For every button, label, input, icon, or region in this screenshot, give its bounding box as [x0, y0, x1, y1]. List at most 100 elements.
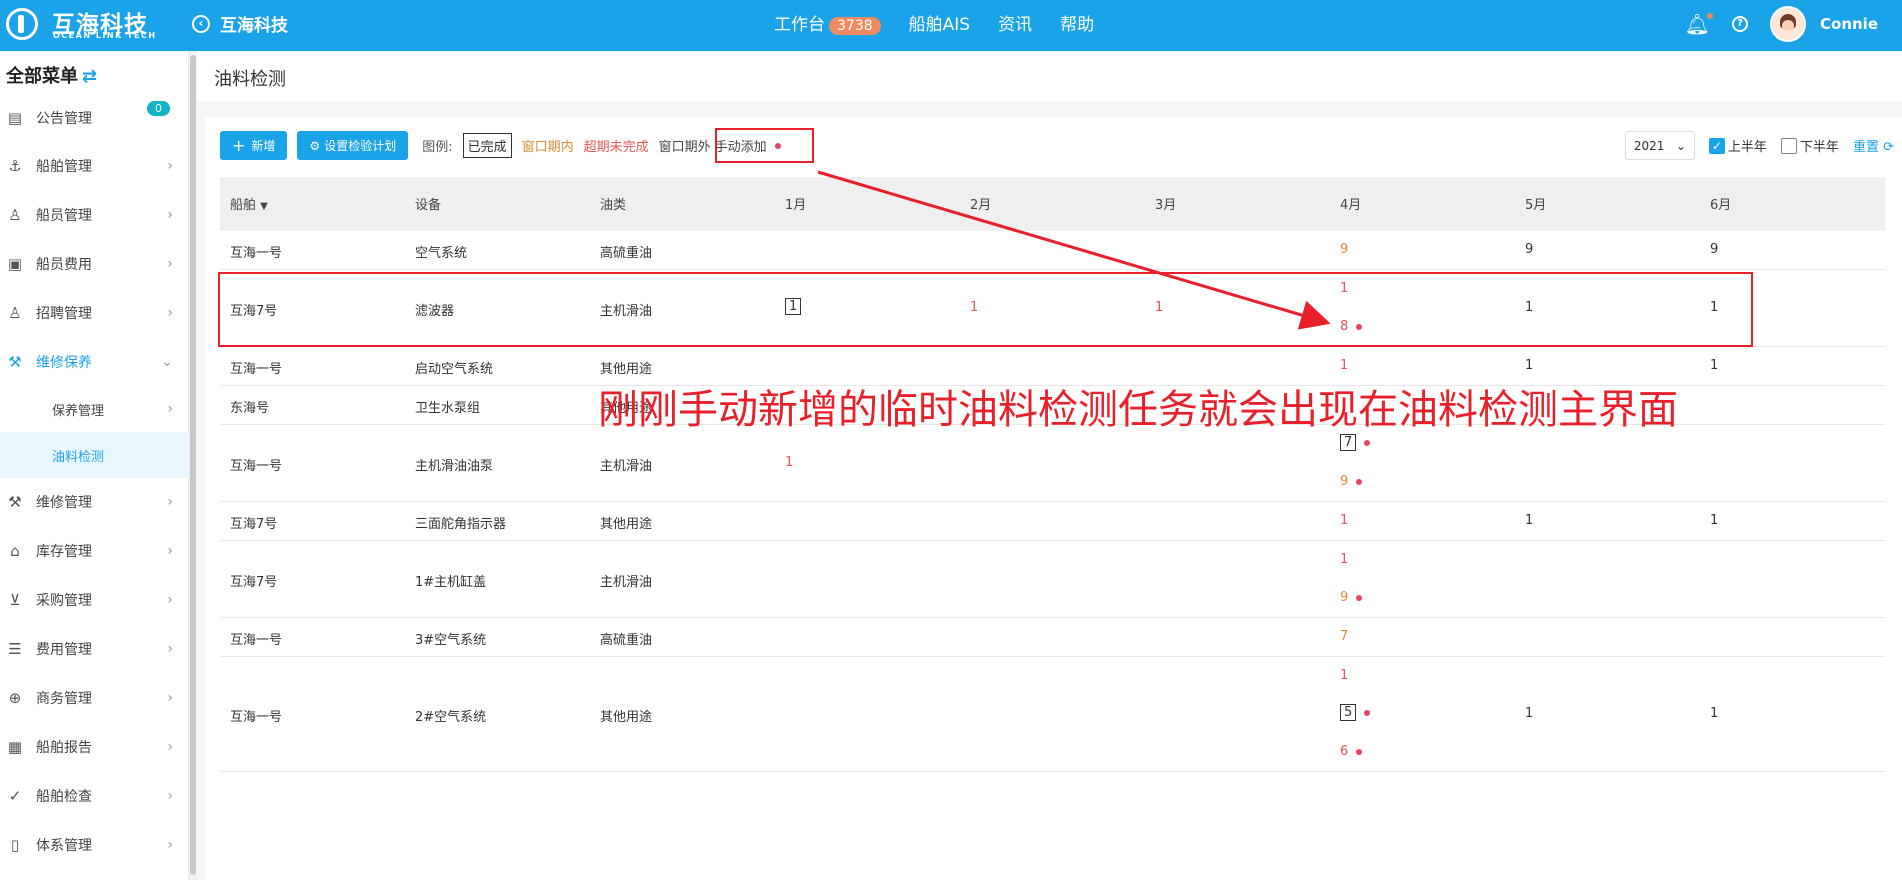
sidebar-item-repair[interactable]: ⚒︎ 维修管理 ›: [0, 479, 189, 525]
chevron-down-icon: ⌄: [161, 354, 173, 370]
table-row[interactable]: 互海7号 1#主机缸盖 主机滑油 1 9: [220, 541, 1885, 618]
sidebar-scrollbar[interactable]: [189, 51, 197, 880]
sidebar-item-maintenance[interactable]: ⚒︎ 维修保养 ⌄: [0, 339, 189, 385]
nav-workbench[interactable]: 工作台 3738: [774, 10, 881, 35]
table-row[interactable]: 互海7号 三面舵角指示器 其他用途 1 1 1: [220, 502, 1885, 541]
sidebar-item-inventory[interactable]: ⌂ 库存管理 ›: [0, 528, 189, 574]
avatar[interactable]: [1770, 6, 1806, 42]
workbench-badge: 3738: [829, 17, 881, 35]
anchor-icon: ⚓︎: [8, 157, 22, 175]
mark-value: 1: [1710, 358, 1719, 373]
cell-device: 卫生水泵组: [415, 401, 481, 416]
mark-out-window[interactable]: 1: [1710, 706, 1718, 721]
mark-value: 9: [1340, 474, 1349, 489]
sidebar-item-recruit[interactable]: ♙ 招聘管理 ›: [0, 290, 189, 336]
mark-out-window[interactable]: 9: [1710, 242, 1718, 257]
table-row[interactable]: 互海一号 2#空气系统 其他用途 1 5 6 1 1: [220, 657, 1885, 772]
year-value: 2021: [1633, 138, 1665, 153]
chevron-right-icon: ›: [167, 401, 173, 417]
chevron-right-icon: ›: [167, 690, 173, 706]
mark-value: 1: [1710, 513, 1719, 528]
sidebar-item-label: 保养管理: [52, 403, 105, 419]
header-actions: 🔔︎ ? Connie: [1685, 6, 1878, 42]
content-panel: + 新增 ⚙ 设置检验计划 图例: 已完成 窗口期内 超期未完成 窗口期外 手动添加…: [205, 117, 1902, 880]
mark-done[interactable]: 1: [785, 298, 802, 315]
annotation-text: 刚刚手动新增的临时油料检测任务就会出现在油料检测主界面: [598, 387, 1678, 433]
mark-in-window-manual[interactable]: 9: [1340, 590, 1363, 605]
mark-overdue[interactable]: 1: [1340, 281, 1348, 296]
nav-news[interactable]: 资讯: [998, 10, 1032, 35]
mark-value: 8: [1340, 319, 1349, 334]
sidebar-item-notice[interactable]: ▤ 公告管理 0: [0, 95, 189, 141]
menu-title: 全部菜单 ⇄: [6, 62, 97, 88]
sidebar-scroll-thumb[interactable]: [190, 55, 196, 875]
mark-out-window[interactable]: 1: [1525, 706, 1533, 721]
mark-overdue[interactable]: 1: [785, 455, 793, 470]
sidebar-item-crew[interactable]: ♙ 船员管理 ›: [0, 192, 189, 238]
header-ship[interactable]: 船舶 ▼: [230, 194, 268, 213]
mark-done-manual[interactable]: 7: [1340, 434, 1371, 451]
bell-icon[interactable]: 🔔︎: [1685, 12, 1714, 36]
first-half-label: 上半年: [1727, 140, 1767, 155]
add-button[interactable]: + 新增: [220, 131, 288, 160]
reset-button[interactable]: 重置 ⟳: [1853, 136, 1894, 155]
table-row[interactable]: 互海一号 3#空气系统 高硫重油 7: [220, 618, 1885, 657]
cell-device: 滤波器: [415, 304, 455, 319]
mark-manual[interactable]: 8: [1340, 319, 1363, 334]
menu-title-label: 全部菜单: [6, 66, 78, 87]
mark-in-window[interactable]: 7: [1340, 629, 1348, 644]
wrench-icon: ⚒︎: [8, 353, 22, 371]
set-plan-button[interactable]: ⚙ 设置检验计划: [297, 131, 409, 160]
header-device: 设备: [415, 198, 442, 213]
mark-value: 9: [1340, 590, 1349, 605]
mark-done-manual[interactable]: 5: [1340, 704, 1371, 721]
sidebar-item-inspection[interactable]: ✓ 船舶检查 ›: [0, 773, 189, 819]
table-row[interactable]: 互海一号 主机滑油油泵 主机滑油 1 7 9: [220, 425, 1885, 502]
cell-device: 3#空气系统: [415, 633, 487, 648]
sidebar-item-upkeep[interactable]: 保养管理 ›: [0, 386, 189, 432]
switch-icon[interactable]: ⇄: [82, 66, 97, 87]
chevron-right-icon: ›: [167, 158, 173, 174]
second-half-checkbox[interactable]: 下半年: [1780, 136, 1839, 155]
nav-ais[interactable]: 船舶AIS: [909, 10, 970, 35]
sidebar-item-ship[interactable]: ⚓︎ 船舶管理 ›: [0, 143, 189, 189]
mark-out-window[interactable]: 1: [1710, 300, 1718, 315]
mark-overdue[interactable]: 1: [970, 300, 978, 315]
table-row[interactable]: 互海7号 滤波器 主机滑油 1 1 1 1 8 1 1: [220, 270, 1885, 347]
mark-out-window[interactable]: 1: [1525, 513, 1533, 528]
mark-out-window[interactable]: 9: [1525, 242, 1533, 257]
sidebar-item-report[interactable]: ▦ 船舶报告 ›: [0, 724, 189, 770]
sidebar-item-system[interactable]: ▯ 体系管理 ›: [0, 822, 189, 868]
sidebar-item-oil-test[interactable]: 油料检测: [0, 432, 189, 478]
back-button[interactable]: ‹ 互海科技: [192, 11, 288, 36]
mark-out-window[interactable]: 1: [1710, 513, 1718, 528]
cell-oil: 其他用途: [600, 710, 653, 725]
table-row[interactable]: 互海一号 空气系统 高硫重油 9 9 9: [220, 231, 1885, 270]
mark-overdue[interactable]: 1: [1340, 513, 1348, 528]
cell-oil: 主机滑油: [600, 575, 653, 590]
chevron-right-icon: ›: [167, 592, 173, 608]
sidebar-item-label: 维修管理: [36, 495, 92, 511]
chevron-right-icon: ›: [167, 256, 173, 272]
mark-overdue[interactable]: 1: [1340, 358, 1348, 373]
mark-overdue[interactable]: 1: [1340, 668, 1348, 683]
add-button-label: 新增: [251, 139, 276, 153]
mark-in-window-manual[interactable]: 9: [1340, 474, 1363, 489]
user-name[interactable]: Connie: [1820, 15, 1878, 33]
year-select[interactable]: 2021 ⌄: [1624, 131, 1695, 160]
sidebar-item-purchase[interactable]: ⊻ 采购管理 ›: [0, 577, 189, 623]
mark-overdue[interactable]: 1: [1340, 552, 1348, 567]
mark-overdue[interactable]: 1: [1155, 300, 1163, 315]
sidebar-item-business[interactable]: ⊕ 商务管理 ›: [0, 675, 189, 721]
mark-out-window[interactable]: 1: [1525, 300, 1533, 315]
help-icon[interactable]: ?: [1732, 16, 1748, 32]
mark-overdue-manual[interactable]: 6: [1340, 744, 1363, 759]
sidebar-item-expense[interactable]: ☰ 费用管理 ›: [0, 626, 189, 672]
sidebar-item-crew-fee[interactable]: ▣ 船员费用 ›: [0, 241, 189, 287]
mark-out-window[interactable]: 1: [1525, 358, 1533, 373]
nav-help[interactable]: 帮助: [1060, 10, 1094, 35]
filter-bar: 2021 ⌄ ✓ 上半年 下半年 重置 ⟳: [1624, 131, 1894, 160]
mark-in-window[interactable]: 9: [1340, 242, 1348, 257]
first-half-checkbox[interactable]: ✓ 上半年: [1708, 136, 1767, 155]
mark-out-window[interactable]: 1: [1710, 358, 1718, 373]
